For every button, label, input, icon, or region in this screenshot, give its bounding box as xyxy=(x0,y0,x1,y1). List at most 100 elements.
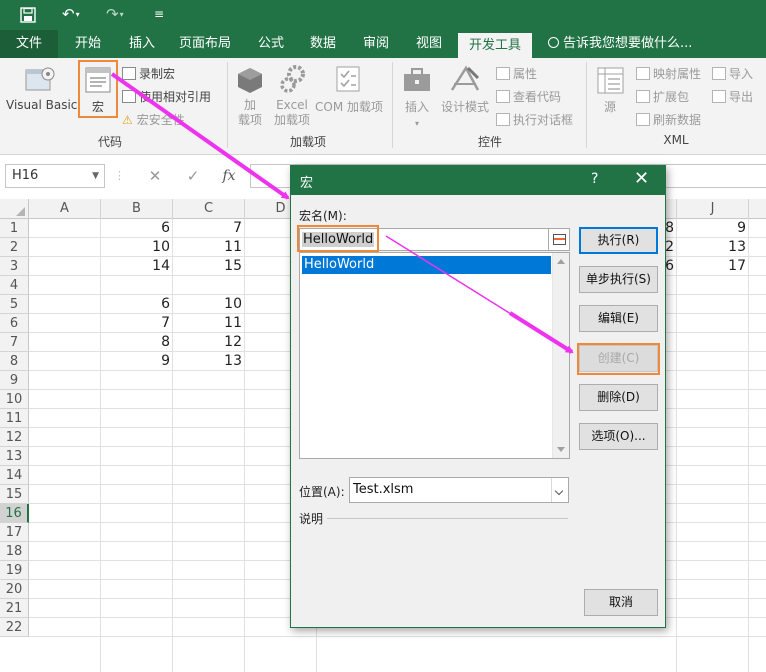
scroll-up-icon[interactable] xyxy=(557,259,565,264)
row-header-19[interactable]: 19 xyxy=(0,561,29,580)
column-header-b[interactable]: B xyxy=(101,199,173,219)
cell-c[interactable]: 11 xyxy=(172,314,244,333)
row-header-9[interactable]: 9 xyxy=(0,371,29,390)
row-header-7[interactable]: 7 xyxy=(0,333,29,352)
tab-page-layout[interactable]: 页面布局 xyxy=(172,30,238,58)
cell-c[interactable]: 12 xyxy=(172,333,244,352)
run-dialog-button[interactable]: 执行对话框 xyxy=(496,111,573,128)
cell-c[interactable]: 11 xyxy=(172,238,244,257)
row-header-16[interactable]: 16 xyxy=(0,504,29,523)
tell-me-search[interactable]: 告诉我您想要做什么... xyxy=(548,30,692,58)
design-mode-button[interactable]: 设计模式 xyxy=(441,98,489,115)
cell-b[interactable]: 6 xyxy=(100,219,172,238)
addins-button[interactable]: 加载项 xyxy=(236,98,264,128)
cell-c[interactable]: 7 xyxy=(172,219,244,238)
macro-security-button[interactable]: ⚠ 宏安全性 xyxy=(122,111,185,128)
import-button[interactable]: 导入 xyxy=(712,65,753,82)
row-header-5[interactable]: 5 xyxy=(0,295,29,314)
delete-button[interactable]: 删除(D) xyxy=(579,384,658,411)
chevron-down-icon[interactable] xyxy=(551,478,568,502)
row-header-1[interactable]: 1 xyxy=(0,219,29,238)
row-header-4[interactable]: 4 xyxy=(0,276,29,295)
tab-file[interactable]: 文件 xyxy=(0,30,58,58)
properties-button[interactable]: 属性 xyxy=(496,65,537,82)
customize-qat-icon[interactable]: ≡ xyxy=(154,4,164,24)
xml-source-button[interactable]: 源 xyxy=(604,98,616,115)
cell-b[interactable]: 10 xyxy=(100,238,172,257)
record-macro-button[interactable]: 录制宏 xyxy=(122,65,175,82)
chevron-down-icon[interactable]: ▼ xyxy=(92,165,99,187)
options-button[interactable]: 选项(O)... xyxy=(579,423,658,450)
row-header-20[interactable]: 20 xyxy=(0,580,29,599)
dialog-title-bar[interactable]: 宏 ? ✕ xyxy=(291,166,665,195)
insert-function-icon[interactable]: fx xyxy=(214,164,244,188)
cell-j[interactable]: 13 xyxy=(676,238,748,257)
row-header-11[interactable]: 11 xyxy=(0,409,29,428)
visual-basic-button[interactable]: Visual Basic xyxy=(6,98,77,112)
cell-b[interactable]: 8 xyxy=(100,333,172,352)
location-select[interactable]: Test.xlsm xyxy=(349,477,569,503)
row-header-3[interactable]: 3 xyxy=(0,257,29,276)
row-header-12[interactable]: 12 xyxy=(0,428,29,447)
help-icon[interactable]: ? xyxy=(591,171,598,187)
cell-c[interactable]: 15 xyxy=(172,257,244,276)
cancel-button[interactable]: 取消 xyxy=(584,589,658,616)
confirm-entry-icon[interactable]: ✓ xyxy=(178,164,208,188)
row-header-10[interactable]: 10 xyxy=(0,390,29,409)
insert-controls-icon xyxy=(404,68,430,91)
macro-list-item[interactable]: HelloWorld xyxy=(302,256,551,274)
tab-formulas[interactable]: 公式 xyxy=(250,30,292,58)
step-into-button[interactable]: 单步执行(S) xyxy=(579,266,658,293)
cell-b[interactable]: 6 xyxy=(100,295,172,314)
save-icon[interactable] xyxy=(20,7,36,23)
use-relative-references-button[interactable]: 使用相对引用 xyxy=(122,88,211,105)
run-button[interactable]: 执行(R) xyxy=(579,227,658,254)
row-header-21[interactable]: 21 xyxy=(0,599,29,618)
column-header-a[interactable]: A xyxy=(29,199,101,219)
cell-b[interactable]: 9 xyxy=(100,352,172,371)
undo-icon[interactable]: ↶▾ xyxy=(62,4,80,25)
macro-list-scrollbar[interactable] xyxy=(552,253,569,458)
select-all-corner[interactable] xyxy=(0,199,29,219)
row-header-13[interactable]: 13 xyxy=(0,447,29,466)
cell-c[interactable]: 10 xyxy=(172,295,244,314)
row-header-18[interactable]: 18 xyxy=(0,542,29,561)
tab-data[interactable]: 数据 xyxy=(302,30,344,58)
row-header-22[interactable]: 22 xyxy=(0,618,29,637)
cell-b[interactable]: 14 xyxy=(100,257,172,276)
close-icon[interactable]: ✕ xyxy=(634,168,649,189)
tab-insert[interactable]: 插入 xyxy=(118,30,166,58)
cell-b[interactable]: 7 xyxy=(100,314,172,333)
tab-view[interactable]: 视图 xyxy=(408,30,450,58)
collapse-dialog-button[interactable] xyxy=(548,228,570,251)
com-addins-button[interactable]: COM 加载项 xyxy=(315,98,383,115)
tab-home[interactable]: 开始 xyxy=(64,30,112,58)
row-header-2[interactable]: 2 xyxy=(0,238,29,257)
row-header-17[interactable]: 17 xyxy=(0,523,29,542)
scroll-down-icon[interactable] xyxy=(557,447,565,452)
expansion-packs-button[interactable]: 扩展包 xyxy=(636,88,689,105)
row-header-15[interactable]: 15 xyxy=(0,485,29,504)
name-box[interactable]: H16 ▼ xyxy=(5,164,105,188)
map-properties-button[interactable]: 映射属性 xyxy=(636,65,701,82)
cell-j[interactable]: 9 xyxy=(676,219,748,238)
row-header-14[interactable]: 14 xyxy=(0,466,29,485)
column-header-c[interactable]: C xyxy=(173,199,245,219)
formula-bar-splitter[interactable]: ⋮ xyxy=(114,164,125,188)
cell-j[interactable]: 17 xyxy=(676,257,748,276)
excel-addins-button[interactable]: Excel 加载项 xyxy=(272,98,312,128)
edit-button[interactable]: 编辑(E) xyxy=(579,305,658,332)
view-code-button[interactable]: 查看代码 xyxy=(496,88,561,105)
row-header-8[interactable]: 8 xyxy=(0,352,29,371)
tab-developer[interactable]: 开发工具 xyxy=(458,33,532,58)
cell-c[interactable]: 13 xyxy=(172,352,244,371)
cancel-entry-icon[interactable]: ✕ xyxy=(140,164,170,188)
export-button[interactable]: 导出 xyxy=(712,88,753,105)
column-header-j[interactable]: J xyxy=(677,199,749,219)
insert-controls-button[interactable]: 插入 ▾ xyxy=(402,98,432,129)
redo-icon[interactable]: ↷▾ xyxy=(106,4,124,25)
refresh-data-button[interactable]: 刷新数据 xyxy=(636,111,701,128)
macro-list[interactable]: HelloWorld xyxy=(299,252,570,459)
tab-review[interactable]: 审阅 xyxy=(355,30,397,58)
row-header-6[interactable]: 6 xyxy=(0,314,29,333)
